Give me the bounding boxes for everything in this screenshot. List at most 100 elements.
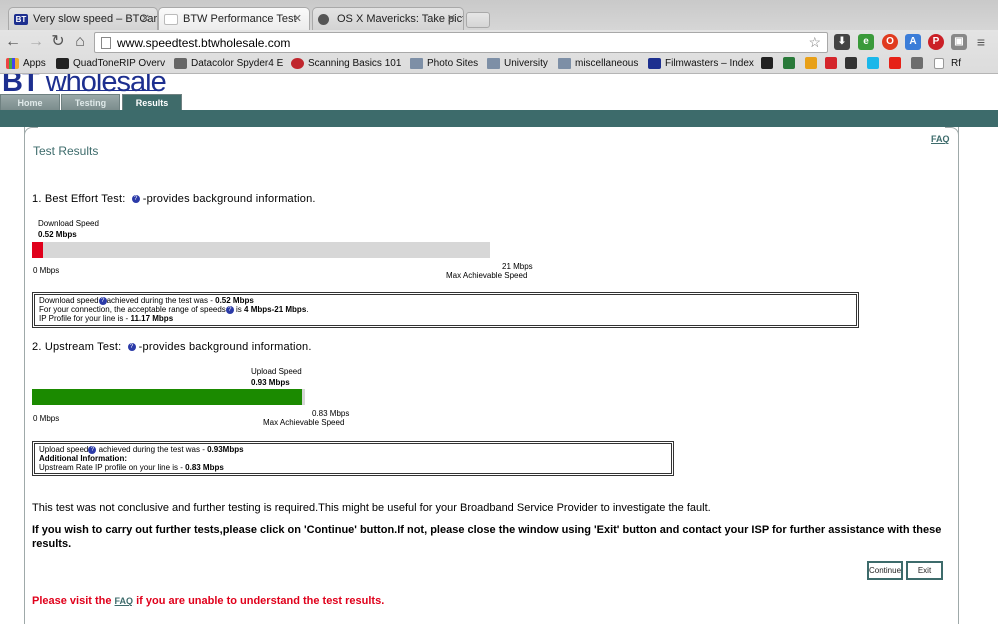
bookmark-folder-misc[interactable]: miscellaneous [558,57,638,71]
vimeo-icon[interactable] [867,57,879,69]
channel4-icon[interactable] [783,57,795,69]
summary-line: For your connection, the acceptable rang… [39,305,852,314]
summary-text: IP Profile for your line is - [39,314,131,323]
youtube-icon[interactable] [889,57,901,69]
tab-osx-mavericks[interactable]: OS X Mavericks: Take pictu ✕ [312,7,464,30]
url-text: www.speedtest.btwholesale.com [117,36,291,50]
page-icon [101,37,111,49]
evernote-icon[interactable]: e [858,34,874,50]
upload-max-caption: Max Achievable Speed [263,418,345,427]
reload-icon[interactable]: ↻ [49,33,67,51]
nav-home-tab[interactable]: Home [0,94,60,111]
bookmark-label: miscellaneous [575,58,639,69]
visit-text: Please visit the [32,595,115,607]
section-title: 1. Best Effort Test: [32,193,126,205]
bookmark-label: Filmwasters – Index [665,58,754,69]
tab-label: Very slow speed – BTCare [33,13,158,25]
summary-text: achieved during the test was - [106,296,216,305]
tab-btcare[interactable]: BT Very slow speed – BTCare ✕ [8,7,158,30]
download-speed-fill [32,242,44,258]
bookmark-label: Rf [951,58,961,69]
bookmark-apps[interactable]: Apps [6,57,46,71]
summary-text: achieved during the test was - [96,445,208,454]
upload-speed-label: Upload Speed [251,367,302,376]
tab-label: BTW Performance Test [183,13,297,25]
qtr-icon [56,58,69,69]
home-icon[interactable]: ⌂ [71,33,89,51]
apple-favicon-icon [318,14,329,25]
inconclusive-note: This test was not conclusive and further… [32,502,711,514]
scanning-icon [291,58,304,69]
panel-corner [24,127,38,135]
bookmark-datacolor[interactable]: Datacolor Spyder4 E [174,57,283,71]
upload-max-value: 0.83 Mbps [312,409,350,418]
download-min-label: 0 Mbps [33,266,60,275]
upload-speed-value: 0.93 Mbps [251,378,290,387]
extension-icon[interactable]: ⬇ [834,34,850,50]
download-max-value: 21 Mbps [502,262,533,271]
summary-line: IP Profile for your line is - 11.17 Mbps [39,314,852,323]
summary-line: Download speed? achieved during the test … [39,296,852,305]
site-icon[interactable] [911,57,923,69]
bookmark-filmwasters[interactable]: Filmwasters – Index [648,57,754,71]
folder-icon [558,58,571,69]
bookmark-label: Photo Sites [427,58,479,69]
folder-icon [410,58,423,69]
exit-button[interactable]: Exit [906,561,943,580]
bookmark-label: QuadToneRIP Overv [73,58,166,69]
back-arrow-icon[interactable]: ← [4,33,22,51]
info-icon[interactable]: ? [131,195,140,204]
close-tab-icon[interactable]: ✕ [293,12,302,25]
bookmark-folder-university[interactable]: University [487,57,548,71]
summary-line: Upload speed? achieved during the test w… [39,445,667,454]
bookmark-quadtonerip[interactable]: QuadToneRIP Overv [56,57,165,71]
section-suffix: -provides background information. [142,193,316,205]
download-achieved-value: 0.52 Mbps [215,296,254,305]
additional-info-heading: Additional Information: [39,454,127,463]
amazon-icon[interactable] [845,57,857,69]
section-title: 2. Upstream Test: [32,341,122,353]
acceptable-range-value: 4 Mbps-21 Mbps [244,305,307,314]
close-tab-icon[interactable]: ✕ [447,12,456,25]
download-speed-value: 0.52 Mbps [38,230,77,239]
screenshot-icon[interactable]: ▣ [951,34,967,50]
upload-summary-box: Upload speed? achieved during the test w… [32,441,674,476]
bookmark-star-icon[interactable]: ☆ [808,34,821,51]
bookmark-folder-photo-sites[interactable]: Photo Sites [410,57,478,71]
forward-arrow-icon[interactable]: → [27,33,45,51]
uktv-icon[interactable] [825,57,837,69]
tab-label: OS X Mavericks: Take pictu [337,13,464,25]
upstream-heading: 2. Upstream Test: ? -provides background … [32,341,312,353]
translate-icon[interactable]: A [905,34,921,50]
upload-min-label: 0 Mbps [33,414,60,423]
pinterest-icon[interactable]: P [928,34,944,50]
tab-btw-performance[interactable]: BTW Performance Test ✕ [158,7,310,30]
download-summary-box: Download speed? achieved during the test … [32,292,859,328]
continue-button[interactable]: Continue [867,561,903,580]
bbc-icon[interactable] [761,57,773,69]
instruction-text: If you wish to carry out further tests,p… [32,524,942,550]
apps-grid-icon [6,58,19,69]
new-tab-button[interactable] [466,12,490,28]
faq-help-link[interactable]: FAQ [115,596,134,606]
bt-favicon-icon: BT [14,14,28,25]
info-icon[interactable]: ? [127,343,136,352]
bookmark-scanning[interactable]: Scanning Basics 101 [291,57,401,71]
itv-icon[interactable] [805,57,817,69]
adblock-icon[interactable]: O [882,34,898,50]
summary-text: . [306,305,309,314]
page-favicon-icon [164,14,178,25]
section-suffix: -provides background information. [138,341,312,353]
page-icon [934,58,944,69]
menu-icon[interactable]: ≡ [973,34,989,50]
info-icon[interactable]: ? [225,305,234,314]
address-bar[interactable]: www.speedtest.btwholesale.com ☆ [94,32,828,53]
info-icon[interactable]: ? [98,296,107,305]
nav-testing-tab[interactable]: Testing [61,94,120,111]
faq-link[interactable]: FAQ [931,134,950,144]
datacolor-icon [174,58,187,69]
download-speed-bar [32,242,490,258]
bookmark-rf[interactable]: Rf [934,57,961,71]
close-tab-icon[interactable]: ✕ [141,12,150,25]
download-speed-label: Download Speed [38,219,99,228]
